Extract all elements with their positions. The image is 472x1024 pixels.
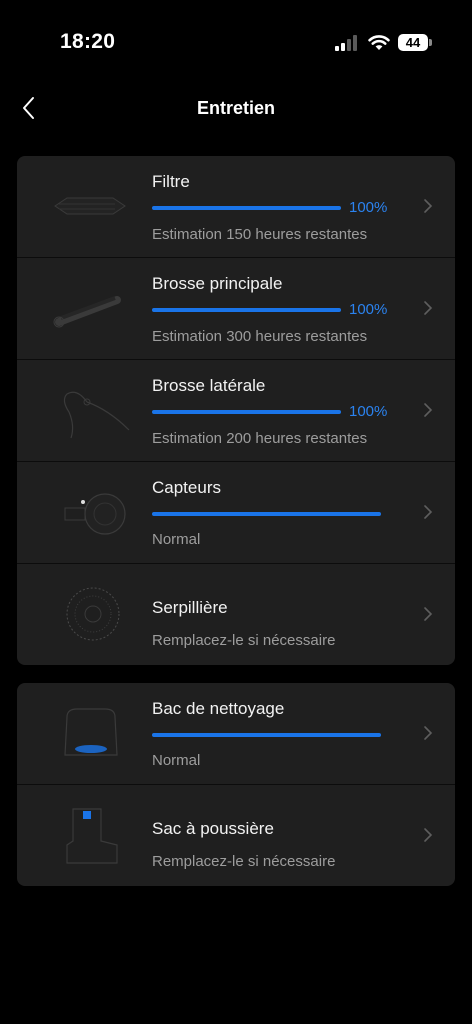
item-subtitle: Normal <box>152 752 201 769</box>
battery-icon: 44 <box>398 34 432 51</box>
list-item-mop[interactable]: Serpillière Remplacez-le si nécessaire <box>17 564 455 665</box>
cleaning-tray-icon <box>64 708 118 756</box>
chevron-right-icon <box>424 828 433 842</box>
list-item-filter[interactable]: Filtre 100% Estimation 150 heures restan… <box>17 156 455 258</box>
chevron-right-icon <box>424 199 433 213</box>
list-item-side-brush[interactable]: Brosse latérale 100% Estimation 200 heur… <box>17 360 455 462</box>
chevron-right-icon <box>424 726 433 740</box>
wifi-icon <box>368 35 390 50</box>
side-brush-icon <box>63 391 130 439</box>
percent-label: 100% <box>349 199 388 216</box>
chevron-right-icon <box>424 301 433 315</box>
item-name: Brosse principale <box>152 274 283 293</box>
item-subtitle: Remplacez-le si nécessaire <box>152 853 336 870</box>
item-subtitle: Remplacez-le si nécessaire <box>152 632 336 649</box>
list-item-sensors[interactable]: Capteurs Normal <box>17 462 455 564</box>
status-time: 18:20 <box>60 30 116 53</box>
status-bar: 18:20 44 <box>0 0 472 80</box>
main-brush-icon <box>53 296 121 328</box>
item-subtitle: Estimation 150 heures restantes <box>152 226 368 243</box>
item-subtitle: Estimation 200 heures restantes <box>152 430 368 447</box>
progress-bar <box>152 733 381 737</box>
cellular-signal-icon <box>335 35 357 51</box>
percent-label: 100% <box>349 403 388 420</box>
item-name: Sac à poussière <box>152 819 274 838</box>
progress-bar <box>152 512 381 516</box>
progress-bar <box>152 206 341 210</box>
list-item-dust-bag[interactable]: Sac à poussière Remplacez-le si nécessai… <box>17 785 455 886</box>
chevron-right-icon <box>424 505 433 519</box>
item-name: Bac de nettoyage <box>152 699 285 718</box>
list-item-cleaning-tray[interactable]: Bac de nettoyage Normal <box>17 683 455 785</box>
item-subtitle: Estimation 300 heures restantes <box>152 328 368 345</box>
percent-label: 100% <box>349 301 388 318</box>
item-name: Serpillière <box>152 598 228 617</box>
item-name: Brosse latérale <box>152 376 266 395</box>
mop-icon <box>66 587 120 641</box>
battery-level: 44 <box>398 34 428 51</box>
nav-bar: Entretien <box>0 80 472 136</box>
filter-icon <box>54 197 126 215</box>
maintenance-card-robot: Filtre 100% Estimation 150 heures restan… <box>17 156 455 665</box>
dust-bag-icon <box>66 808 118 864</box>
maintenance-card-station: Bac de nettoyage Normal Sac à poussière … <box>17 683 455 886</box>
item-subtitle: Normal <box>152 531 201 548</box>
sensors-icon <box>64 493 126 535</box>
item-name: Filtre <box>152 172 190 191</box>
item-name: Capteurs <box>152 478 221 497</box>
progress-bar <box>152 308 341 312</box>
page-title: Entretien <box>196 98 275 118</box>
chevron-right-icon <box>424 403 433 417</box>
progress-bar <box>152 410 341 414</box>
chevron-right-icon <box>424 607 433 621</box>
list-item-main-brush[interactable]: Brosse principale 100% Estimation 300 he… <box>17 258 455 360</box>
